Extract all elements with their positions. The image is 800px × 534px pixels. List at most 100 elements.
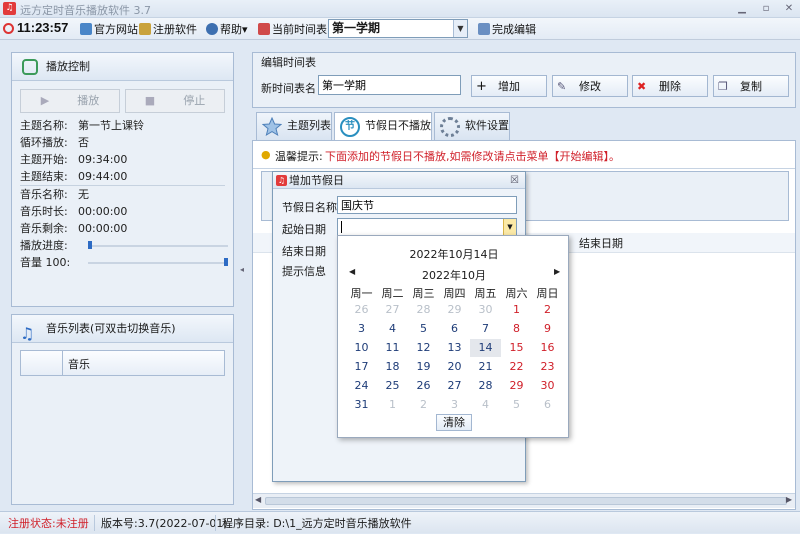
- calendar-day[interactable]: 26: [346, 301, 377, 319]
- calendar-day[interactable]: 2: [408, 396, 439, 414]
- horizontal-scrollbar[interactable]: ◀ ▶: [253, 493, 795, 508]
- playback-control-icon: [22, 59, 38, 75]
- date-dropdown-icon[interactable]: ▼: [503, 219, 516, 235]
- help-menu[interactable]: 帮助▾: [206, 21, 248, 37]
- maximize-icon[interactable]: ▫: [759, 3, 773, 15]
- calendar-day[interactable]: 6: [439, 320, 470, 338]
- tab-holidays[interactable]: 节 节假日不播放: [334, 112, 432, 141]
- calendar-day[interactable]: 28: [470, 377, 501, 395]
- text-caret: [341, 221, 342, 233]
- register-button[interactable]: 注册软件: [139, 21, 197, 37]
- calendar-day[interactable]: 26: [408, 377, 439, 395]
- scrollbar-thumb[interactable]: [265, 497, 787, 505]
- calendar-day[interactable]: 6: [532, 396, 563, 414]
- program-directory: 程序目录: D:\1_远方定时音乐播放软件: [222, 517, 412, 530]
- calendar-popup: 2022年10月14日 ◀ 2022年10月 ▶ 周一 周二 周三 周四 周五 周六 周日 …: [337, 235, 569, 438]
- calendar-day[interactable]: 14: [470, 339, 501, 357]
- registration-status: 注册状态:未注册: [8, 517, 89, 530]
- calendar-day[interactable]: 5: [501, 396, 532, 414]
- calendar-day[interactable]: 9: [532, 320, 563, 338]
- end-date-column-header[interactable]: 结束日期: [579, 235, 623, 251]
- calendar-day[interactable]: 22: [501, 358, 532, 376]
- calendar-icon: [258, 23, 270, 35]
- calendar-day[interactable]: 25: [377, 377, 408, 395]
- copy-button[interactable]: ❐ 复制: [713, 75, 789, 97]
- calendar-day[interactable]: 30: [532, 377, 563, 395]
- volume-slider[interactable]: [224, 258, 228, 266]
- calendar-day[interactable]: 20: [439, 358, 470, 376]
- holiday-name-input[interactable]: [337, 196, 517, 214]
- delete-button[interactable]: ✖ 删除: [632, 75, 708, 97]
- calendar-day[interactable]: 5: [408, 320, 439, 338]
- splitter-arrow-icon[interactable]: ◂: [240, 265, 244, 274]
- start-date-label: 起始日期: [282, 223, 326, 236]
- finish-edit-button[interactable]: 完成编辑: [478, 21, 536, 37]
- dialog-header: ♫ 增加节假日 ☒: [273, 172, 525, 189]
- calendar-day[interactable]: 29: [439, 301, 470, 319]
- play-button[interactable]: ▶ 播放: [20, 89, 120, 113]
- next-month-icon[interactable]: ▶: [554, 267, 560, 276]
- calendar-day[interactable]: 4: [377, 320, 408, 338]
- edit-timetable-title: 编辑时间表: [261, 56, 316, 69]
- calendar-day[interactable]: 7: [470, 320, 501, 338]
- calendar-day[interactable]: 1: [501, 301, 532, 319]
- status-bar: 注册状态:未注册 版本号:3.7(2022-07-01) 程序目录: D:\1_…: [0, 511, 800, 533]
- chevron-down-icon[interactable]: ▼: [453, 20, 467, 37]
- start-date-input[interactable]: ▼: [337, 218, 517, 236]
- calendar-month-label[interactable]: 2022年10月: [338, 267, 570, 283]
- app-music-icon: ♫: [3, 2, 16, 15]
- scroll-right-icon[interactable]: ▶: [786, 495, 792, 504]
- tab-theme-list[interactable]: 主题列表: [256, 112, 332, 140]
- calendar-day[interactable]: 28: [408, 301, 439, 319]
- row-indicator-column: [21, 351, 63, 375]
- calendar-day[interactable]: 17: [346, 358, 377, 376]
- timetable-name-input[interactable]: [318, 75, 461, 95]
- calendar-day[interactable]: 3: [346, 320, 377, 338]
- calendar-day[interactable]: 1: [377, 396, 408, 414]
- tab-settings[interactable]: 软件设置: [434, 112, 510, 140]
- calendar-day[interactable]: 18: [377, 358, 408, 376]
- home-icon: [80, 23, 92, 35]
- holiday-name-label: 节假日名称: [282, 201, 337, 214]
- calendar-day[interactable]: 2: [532, 301, 563, 319]
- info-row: 主题开始: 09:34:00: [20, 153, 128, 166]
- calendar-day[interactable]: 8: [501, 320, 532, 338]
- info-row: 主题名称: 第一节上课铃: [20, 119, 144, 132]
- stop-button[interactable]: ■ 停止: [125, 89, 225, 113]
- calendar-day[interactable]: 27: [377, 301, 408, 319]
- calendar-day[interactable]: 29: [501, 377, 532, 395]
- calendar-day[interactable]: 12: [408, 339, 439, 357]
- copy-icon: ❐: [718, 80, 728, 93]
- calendar-day[interactable]: 11: [377, 339, 408, 357]
- close-icon[interactable]: ✕: [782, 3, 796, 15]
- volume-track: [88, 262, 228, 264]
- calendar-day[interactable]: 3: [439, 396, 470, 414]
- minimize-icon[interactable]: ▁: [735, 3, 749, 15]
- calendar-day[interactable]: 23: [532, 358, 563, 376]
- timetable-select[interactable]: 第一学期 ▼: [328, 19, 468, 38]
- calendar-today-label[interactable]: 2022年10月14日: [338, 246, 570, 262]
- calendar-day[interactable]: 19: [408, 358, 439, 376]
- weekday-header: 周六: [505, 287, 528, 300]
- official-site-button[interactable]: 官方网站: [80, 21, 138, 37]
- calendar-day[interactable]: 10: [346, 339, 377, 357]
- calendar-day[interactable]: 30: [470, 301, 501, 319]
- add-button[interactable]: + 增加: [471, 75, 547, 97]
- music-column-header[interactable]: 音乐: [68, 356, 90, 372]
- progress-slider[interactable]: [88, 241, 92, 249]
- modify-button[interactable]: ✎ 修改: [552, 75, 628, 97]
- calendar-day[interactable]: 24: [346, 377, 377, 395]
- info-row: 音乐名称: 无: [20, 188, 89, 201]
- calendar-day[interactable]: 13: [439, 339, 470, 357]
- scroll-left-icon[interactable]: ◀: [255, 495, 261, 504]
- dialog-close-icon[interactable]: ☒: [510, 172, 519, 189]
- calendar-day[interactable]: 27: [439, 377, 470, 395]
- music-list-header: ♫ 音乐列表(可双击切换音乐): [12, 315, 233, 343]
- calendar-day[interactable]: 4: [470, 396, 501, 414]
- calendar-day[interactable]: 21: [470, 358, 501, 376]
- tip-prefix: 温馨提示:: [275, 150, 323, 163]
- clear-button[interactable]: 清除: [436, 414, 472, 431]
- calendar-day[interactable]: 16: [532, 339, 563, 357]
- calendar-day[interactable]: 15: [501, 339, 532, 357]
- calendar-day[interactable]: 31: [346, 396, 377, 414]
